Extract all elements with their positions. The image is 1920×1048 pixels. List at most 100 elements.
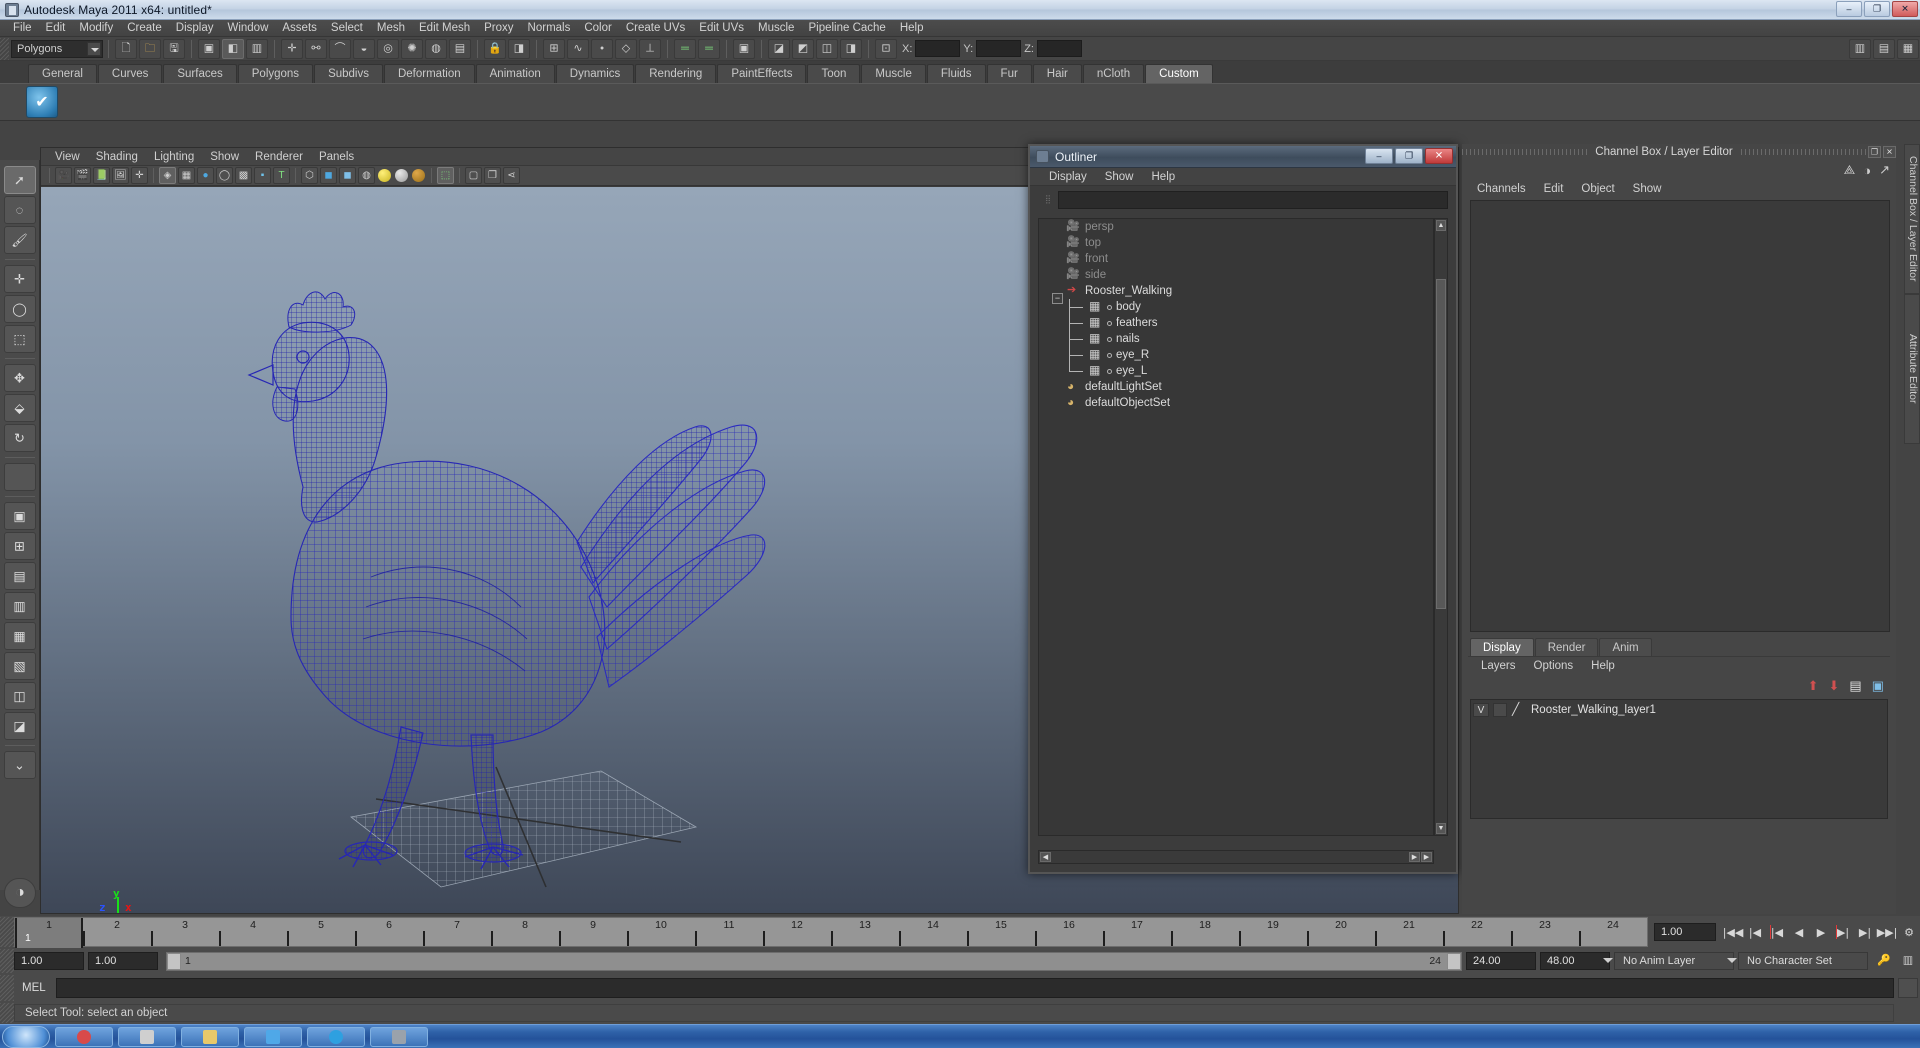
menu-create[interactable]: Create — [120, 21, 169, 35]
resolution-gate-icon[interactable]: ● — [197, 167, 214, 184]
viewport-menu-show[interactable]: Show — [202, 151, 247, 163]
render-current-frame-button[interactable]: ◪ — [768, 38, 790, 59]
snap-to-curve-button[interactable]: ∿ — [567, 38, 589, 59]
show-hide-attribute-editor-button[interactable]: ▤ — [1873, 38, 1895, 59]
two-d-pan-zoom-icon[interactable]: ✛ — [131, 167, 148, 184]
outliner-titlebar[interactable]: Outliner – ❐ ✕ — [1030, 146, 1456, 168]
play-backwards-icon[interactable]: ◀ — [1788, 922, 1810, 942]
move-tool-button[interactable]: ✛ — [3, 265, 36, 293]
persp-graph-layout-button[interactable]: ▥ — [3, 592, 36, 620]
snap-to-grid-button[interactable]: ⊞ — [543, 38, 565, 59]
layer-menu-layers[interactable]: Layers — [1472, 660, 1525, 672]
current-frame-field[interactable]: 1.00 — [1654, 923, 1716, 941]
layer-visibility-toggle[interactable]: V — [1473, 703, 1489, 717]
animation-start-time-field[interactable]: 1.00 — [14, 952, 84, 970]
range-bar[interactable]: 1 24 — [166, 951, 1462, 971]
layer-tab-render[interactable]: Render — [1534, 638, 1599, 656]
shelf-tab-curves[interactable]: Curves — [97, 64, 163, 83]
script-editor-button[interactable] — [1898, 978, 1918, 998]
shelf-tab-rendering[interactable]: Rendering — [635, 64, 717, 83]
render-globals-button[interactable]: ◨ — [840, 38, 862, 59]
menu-window[interactable]: Window — [220, 21, 275, 35]
x-input[interactable] — [915, 40, 961, 57]
command-line-grip[interactable] — [0, 975, 14, 1001]
use-default-lighting-icon[interactable] — [378, 169, 391, 182]
menu-mesh[interactable]: Mesh — [370, 21, 412, 35]
channel-box-menu-channels[interactable]: Channels — [1468, 183, 1535, 195]
scroll-down-icon[interactable]: ▼ — [1436, 823, 1446, 834]
last-tool-used-button[interactable]: ↻ — [3, 424, 36, 452]
panel-drag-dots-right[interactable] — [1740, 149, 1867, 155]
select-handles-button[interactable]: ✛ — [281, 38, 303, 59]
display-layer-list[interactable]: V Rooster_Walking_layer1 — [1470, 699, 1888, 819]
select-deformations-button[interactable]: ◎ — [377, 38, 399, 59]
scroll-left-icon[interactable]: ◀ — [1040, 852, 1051, 862]
outliner-item-top[interactable]: top — [1039, 235, 1433, 251]
shelf-tab-custom[interactable]: Custom — [1145, 64, 1213, 83]
side-tab-1[interactable]: Attribute Editor — [1904, 294, 1920, 444]
shelf-tab-general[interactable]: General — [28, 64, 97, 83]
texture-icon[interactable]: T — [273, 167, 290, 184]
new-scene-button[interactable]: 🗋 — [115, 38, 137, 59]
menu-edit[interactable]: Edit — [39, 21, 73, 35]
snap-to-point-button[interactable]: • — [591, 38, 613, 59]
universal-manipulator-button[interactable]: ✥ — [3, 364, 36, 392]
scroll-up-icon[interactable]: ▲ — [1436, 220, 1446, 231]
outliner-scroll-thumb[interactable] — [1436, 279, 1446, 609]
range-right-handle[interactable] — [1447, 952, 1461, 970]
shelf-tab-polygons[interactable]: Polygons — [237, 64, 314, 83]
rotate-tool-button[interactable]: ◯ — [3, 295, 36, 323]
outliner-filter-icon[interactable]: ⦙⦙ — [1038, 192, 1058, 208]
arrow-diagonal-icon[interactable]: ↗ — [1879, 162, 1890, 178]
ipr-render-button[interactable]: ◩ — [792, 38, 814, 59]
show-hide-channel-box-button[interactable]: ▦ — [1897, 38, 1919, 59]
half-circle-icon[interactable]: ◑ — [1863, 163, 1871, 178]
range-left-handle[interactable] — [167, 952, 181, 970]
shelf-tab-surfaces[interactable]: Surfaces — [163, 64, 237, 83]
two-pane-layout-button[interactable]: ◫ — [3, 682, 36, 710]
side-tab-0[interactable]: Channel Box / Layer Editor — [1904, 144, 1920, 294]
play-forwards-icon[interactable]: ▶ — [1810, 922, 1832, 942]
channel-box-menu-edit[interactable]: Edit — [1535, 183, 1573, 195]
open-scene-button[interactable]: 🗀 — [139, 38, 161, 59]
menu-display[interactable]: Display — [169, 21, 221, 35]
new-layer-from-selected-icon[interactable]: ▣ — [1872, 678, 1884, 694]
shelf-tab-painteffects[interactable]: PaintEffects — [717, 64, 807, 83]
statusline-grip[interactable] — [0, 37, 9, 60]
window-close-button[interactable]: ✕ — [1892, 1, 1918, 17]
outliner-minimize-button[interactable]: – — [1365, 148, 1393, 164]
menu-pipeline-cache[interactable]: Pipeline Cache — [801, 21, 892, 35]
move-layer-down-icon[interactable]: ⬇ — [1829, 678, 1840, 694]
menu-help[interactable]: Help — [893, 21, 931, 35]
taskbar-item-2[interactable] — [118, 1026, 176, 1047]
step-forward-frame-icon[interactable]: ▶| — [1832, 922, 1854, 942]
save-scene-button[interactable]: 🖫 — [163, 38, 185, 59]
shelf-tab-ncloth[interactable]: nCloth — [1082, 64, 1145, 83]
help-line-grip[interactable] — [0, 1003, 14, 1023]
persp-outliner-layout-button[interactable]: ▤ — [3, 562, 36, 590]
command-input[interactable] — [55, 978, 1894, 998]
outliner-item-body[interactable]: body — [1039, 299, 1433, 315]
menu-create-uvs[interactable]: Create UVs — [619, 21, 692, 35]
share-icon[interactable]: ⋖ — [503, 167, 520, 184]
input-output-connections-button[interactable]: ═ — [698, 38, 720, 59]
grid-display-icon[interactable]: ◈ — [159, 167, 176, 184]
playback-start-time-field[interactable]: 1.00 — [88, 952, 158, 970]
shadows-icon[interactable] — [412, 169, 425, 182]
menu-edit-uvs[interactable]: Edit UVs — [692, 21, 751, 35]
viewport-menu-view[interactable]: View — [47, 151, 88, 163]
taskbar-item-5[interactable] — [307, 1026, 365, 1047]
hardware-texturing-icon[interactable]: ◍ — [358, 167, 375, 184]
scroll-right-page-icon[interactable]: ▶ — [1409, 852, 1420, 862]
outliner-vertical-scrollbar[interactable]: ▲ ▼ — [1434, 218, 1448, 836]
shelf-tab-dynamics[interactable]: Dynamics — [555, 64, 635, 83]
outliner-tree[interactable]: persp top front side — [1038, 218, 1434, 836]
bookmarks-icon[interactable]: 📗 — [93, 167, 110, 184]
time-slider-grip[interactable] — [0, 917, 14, 947]
outliner-close-button[interactable]: ✕ — [1425, 148, 1453, 164]
channel-box-menu-show[interactable]: Show — [1624, 183, 1671, 195]
scroll-right-icon[interactable]: ▶ — [1421, 852, 1432, 862]
outliner-menu-display[interactable]: Display — [1040, 171, 1096, 183]
film-gate-icon[interactable]: ▦ — [178, 167, 195, 184]
outliner-maximize-button[interactable]: ❐ — [1395, 148, 1423, 164]
